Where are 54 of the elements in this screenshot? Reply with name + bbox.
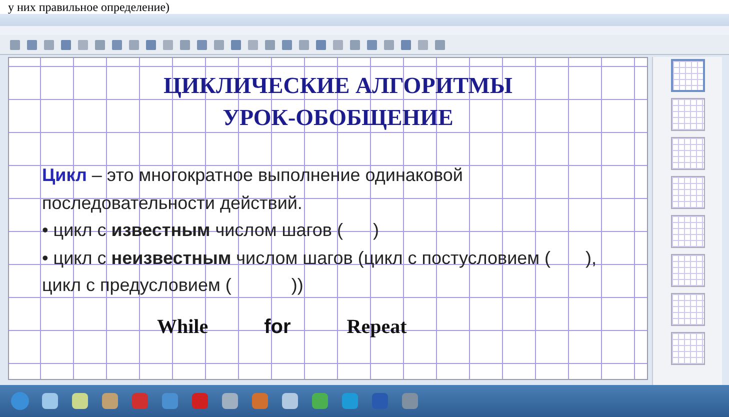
toolbar-tool-icon[interactable] [93,38,107,52]
toolbar-tool-icon[interactable] [76,38,90,52]
slide-thumbnail[interactable] [670,59,704,92]
taskbar-app-icon[interactable] [40,391,60,411]
keyword-label: for [264,314,291,340]
toolbar-tool-icon[interactable] [416,38,430,52]
taskbar-app-icon[interactable] [280,391,300,411]
toolbar-tool-icon[interactable] [348,38,362,52]
definition-text: Цикл – это многократное выполнение одинаковой последовательности действий. [42,164,464,215]
slide-title: ЦИКЛИЧЕСКИЕ АЛГОРИТМЫ [162,72,514,100]
toolbar-tool-icon[interactable] [25,38,39,52]
slide-thumbnail[interactable] [670,293,704,326]
taskbar-app-icon[interactable] [100,391,120,411]
toolbar-tool-icon[interactable] [365,38,379,52]
toolbar-tool-icon[interactable] [110,38,124,52]
bullet-text: • цикл с неизвестным числом шагов (цикл с постусловием ( ), цикл с предусловием ( )) [42,246,598,297]
toolbar-tool-icon[interactable] [8,38,22,52]
toolbar-tool-icon[interactable] [127,38,141,52]
toolbar-tool-icon[interactable] [297,38,311,52]
toolbar-tool-icon[interactable] [263,38,277,52]
slide-title: УРОК-ОБОБЩЕНИЕ [222,104,454,132]
toolbar-tool-icon[interactable] [246,38,260,52]
toolbar-tool-icon[interactable] [195,38,209,52]
slide-thumbnail[interactable] [670,254,704,287]
taskbar-app-icon[interactable] [220,391,240,411]
toolbar-tool-icon[interactable] [212,38,226,52]
slide-thumbnail[interactable] [670,332,704,365]
taskbar-app-icon[interactable] [250,391,270,411]
taskbar-app-icon[interactable] [340,391,360,411]
keyword-label: While [157,314,208,340]
toolbar-tool-icon[interactable] [331,38,345,52]
toolbar-tool-icon[interactable] [399,38,413,52]
toolbar-tool-icon[interactable] [433,38,447,52]
taskbar-app-icon[interactable] [70,391,90,411]
toolbar-tool-icon[interactable] [280,38,294,52]
taskbar-app-icon[interactable] [400,391,420,411]
slide-thumbnail[interactable] [670,176,704,209]
taskbar-app-icon[interactable] [160,391,180,411]
toolbar-tool-icon[interactable] [59,38,73,52]
toolbar-tool-icon[interactable] [144,38,158,52]
slide-thumbnail[interactable] [670,137,704,170]
keyword-label: Repeat [346,314,407,340]
slide-thumbnail[interactable] [670,98,704,131]
toolbar-tool-icon[interactable] [229,38,243,52]
toolbar-tool-icon[interactable] [382,38,396,52]
start-button-icon[interactable] [10,391,30,411]
slide-thumbnail[interactable] [670,215,704,248]
taskbar-app-icon[interactable] [310,391,330,411]
toolbar-tool-icon[interactable] [314,38,328,52]
toolbar-tool-icon[interactable] [42,38,56,52]
toolbar-tool-icon[interactable] [161,38,175,52]
bullet-text: • цикл с известным числом шагов ( ) [42,219,380,242]
toolbar-tool-icon[interactable] [178,38,192,52]
caption-text: у них правильное определение) [8,0,170,14]
